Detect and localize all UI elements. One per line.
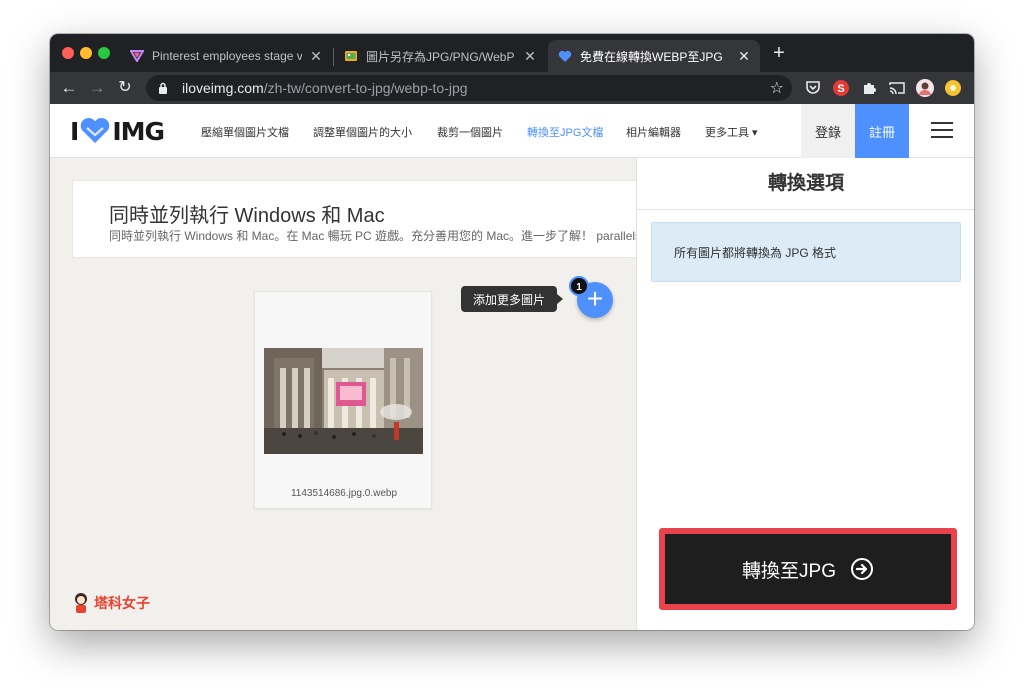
logo-text-img: IMG [112,116,165,146]
sidebar-title: 轉換選項 [637,158,974,210]
file-card[interactable]: 1143514686.jpg.0.webp [254,291,432,509]
lock-icon [158,82,172,94]
ad-title: 同時並列執行 Windows 和 Mac [109,205,385,227]
nav-convert-to-jpg[interactable]: 轉換至JPG文檔 [527,124,603,140]
file-count-badge: 1 [569,276,589,296]
info-message: 所有圖片都將轉換為 JPG 格式 [651,222,961,282]
profile-avatar-icon[interactable] [916,79,934,97]
close-tab-icon[interactable]: ✕ [524,48,536,65]
login-button[interactable]: 登錄 [801,104,855,158]
tab-title: 免費在線轉換WEBP至JPG [580,49,723,64]
site-header: I IMG 壓縮單個圖片文檔 調整單個圖片的大小 裁剪一個圖片 轉換至JPG文檔… [50,104,974,158]
s-extension-icon[interactable]: S [832,79,850,97]
forward-arrow-icon[interactable]: → [86,77,108,99]
register-button[interactable]: 註冊 [855,104,909,158]
browser-window: Pinterest employees stage virtu ✕ 圖片另存為J… [50,34,974,630]
hamburger-menu-icon[interactable] [931,122,953,140]
new-tab-button[interactable]: + [768,42,790,64]
watermark-girl-icon [75,593,87,613]
iloveimg-logo[interactable]: I IMG [70,116,165,146]
add-more-tooltip: 添加更多圖片 [461,286,564,312]
logo-letter-i: I [70,116,79,146]
nav-crop-image[interactable]: 裁剪一個圖片 [437,124,503,140]
image-save-icon [344,49,358,63]
svg-text:S: S [837,83,844,95]
logo-heart-icon [81,117,110,143]
advertisement-banner[interactable]: 同時並列執行 Windows 和 Mac 同時並列執行 Windows 和 Ma… [72,180,636,258]
watermark-text: 塔科女子 [94,595,150,611]
options-sidebar: 轉換選項 所有圖片都將轉換為 JPG 格式 轉換至JPG [636,158,974,630]
extensions-puzzle-icon[interactable] [860,79,878,97]
arrow-circle-right-icon [850,558,873,580]
image-thumbnail [264,348,423,454]
convert-button-label: 轉換至JPG [742,560,836,582]
iloveimg-heart-icon [558,49,572,63]
browser-toolbar: ← → ↻ iloveimg.com/zh-tw/convert-to-jpg/… [50,72,974,104]
bookmark-star-icon[interactable]: ☆ [770,78,784,98]
nav-resize-image[interactable]: 調整單個圖片的大小 [313,124,412,140]
pocket-icon[interactable] [804,79,822,97]
tab-strip: Pinterest employees stage virtu ✕ 圖片另存為J… [50,34,974,72]
tab-title: Pinterest employees stage virtu [152,49,302,63]
pinterest-triangle-icon [130,49,144,63]
nav-photo-editor[interactable]: 相片編輯器 [626,124,681,140]
browser-tab-pinterest[interactable]: Pinterest employees stage virtu ✕ [120,40,332,72]
file-name: 1143514686.jpg.0.webp [290,488,398,499]
nav-more-tools[interactable]: 更多工具 ▾ [705,124,758,140]
nav-compress-image[interactable]: 壓縮單個圖片文檔 [201,124,289,140]
reload-icon[interactable]: ↻ [114,77,136,99]
back-arrow-icon[interactable]: ← [58,77,80,99]
cast-icon[interactable] [888,79,906,97]
ad-description: 同時並列執行 Windows 和 Mac。在 Mac 暢玩 PC 遊戲。充分善用… [109,229,636,243]
convert-button-highlight: 轉換至JPG [659,528,957,610]
convert-to-jpg-button[interactable]: 轉換至JPG [665,534,951,604]
close-tab-icon[interactable]: ✕ [310,48,322,65]
url-host: iloveimg.com [182,80,264,96]
upload-workspace: 同時並列執行 Windows 和 Mac 同時並列執行 Windows 和 Ma… [50,158,636,630]
tab-title: 圖片另存為JPG/PNG/WebP - Ch [366,49,516,64]
address-bar[interactable]: iloveimg.com/zh-tw/convert-to-jpg/webp-t… [146,75,792,101]
close-tab-icon[interactable]: ✕ [738,48,750,65]
watermark: 塔科女子 [72,592,150,614]
browser-tab-active[interactable]: 免費在線轉換WEBP至JPG ✕ [548,40,760,72]
browser-tab-image-save[interactable]: 圖片另存為JPG/PNG/WebP - Ch ✕ [334,40,546,72]
minimize-window-button[interactable] [80,47,92,59]
yellow-extension-icon[interactable] [944,79,962,97]
maximize-window-button[interactable] [98,47,110,59]
url-path: /zh-tw/convert-to-jpg/webp-to-jpg [263,80,468,96]
close-window-button[interactable] [62,47,74,59]
